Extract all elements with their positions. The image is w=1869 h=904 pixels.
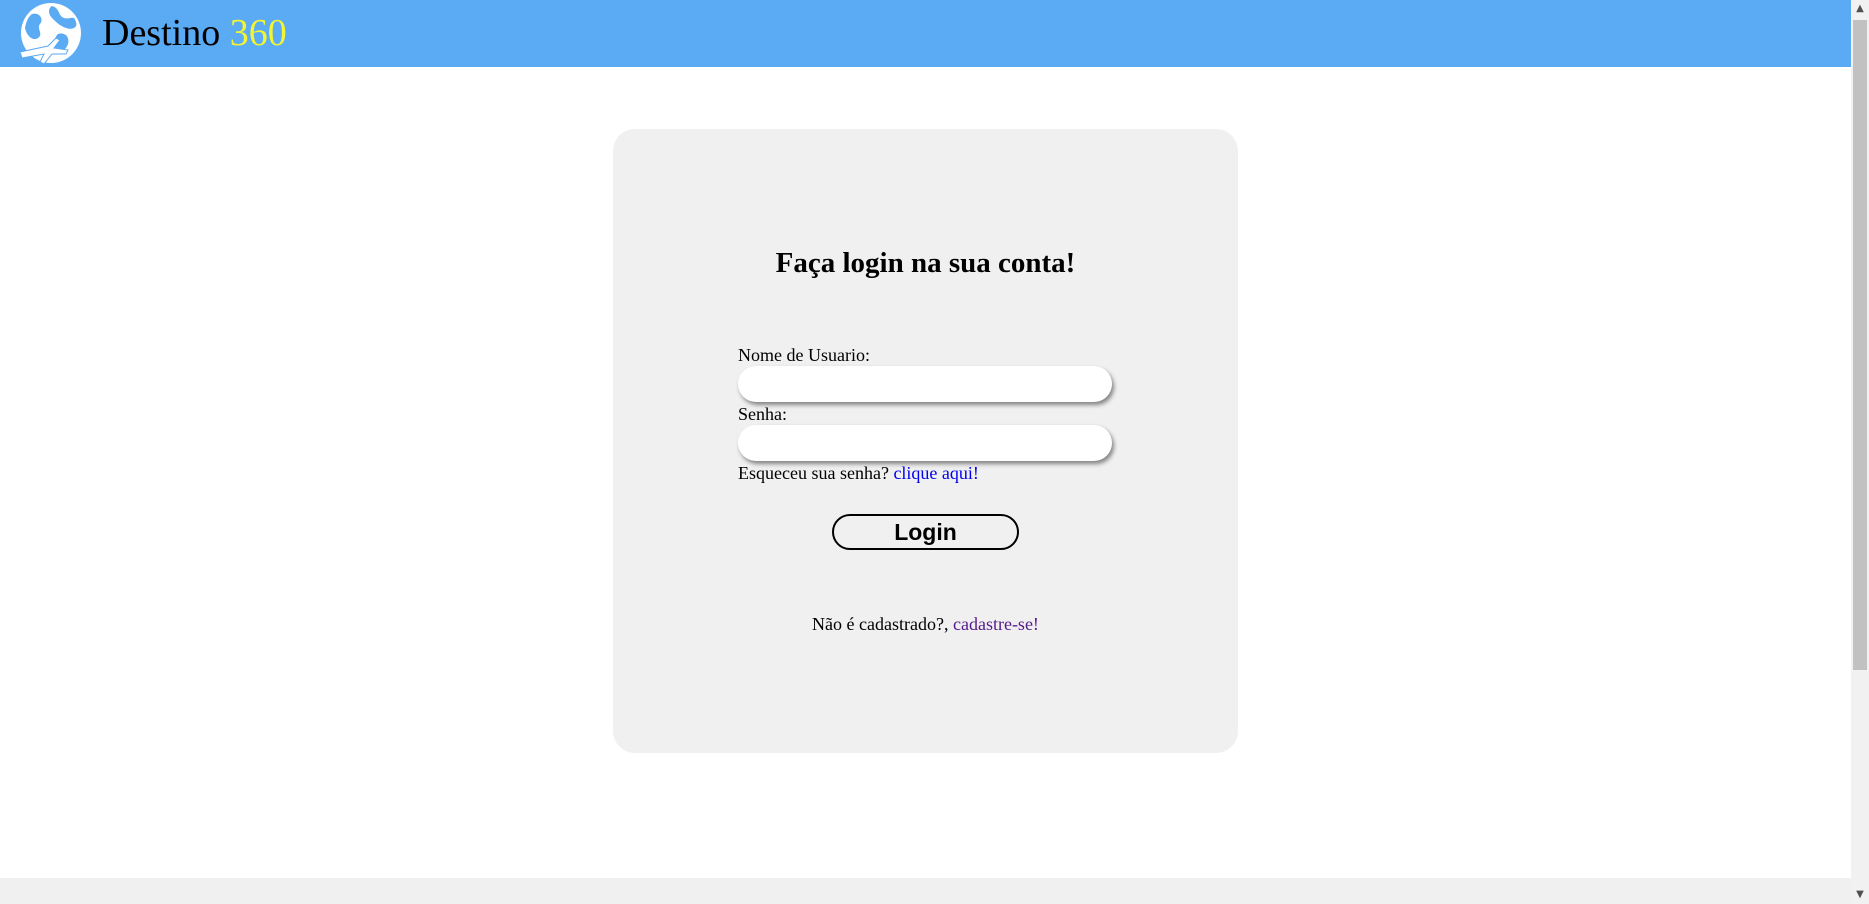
scroll-down-icon[interactable]: ▼: [1851, 886, 1869, 904]
password-input[interactable]: [738, 425, 1112, 461]
forgot-password-row: Esqueceu sua senha? clique aqui!: [738, 463, 979, 483]
username-input[interactable]: [738, 366, 1112, 402]
password-label: Senha:: [738, 404, 787, 424]
login-title: Faça login na sua conta!: [775, 247, 1076, 279]
brand-name: Destino: [102, 12, 221, 54]
scroll-up-icon[interactable]: ▲: [1851, 0, 1869, 18]
register-link[interactable]: cadastre-se!: [953, 614, 1039, 634]
scrollbar-thumb[interactable]: [1853, 20, 1867, 670]
page: Destino 360 Faça login na sua conta! Nom…: [0, 0, 1869, 904]
brand-title: Destino 360: [102, 10, 287, 56]
header-bar: Destino 360: [0, 0, 1851, 67]
forgot-password-link[interactable]: clique aqui!: [893, 463, 978, 483]
vertical-scrollbar[interactable]: ▲ ▼: [1851, 0, 1869, 904]
brand-number: 360: [229, 12, 287, 54]
bottom-bar: [0, 878, 1851, 904]
register-text: Não é cadastrado?,: [812, 614, 949, 634]
globe-airplane-icon[interactable]: [18, 0, 84, 67]
username-label: Nome de Usuario:: [738, 345, 870, 365]
forgot-password-text: Esqueceu sua senha?: [738, 463, 889, 483]
login-card: Faça login na sua conta! Nome de Usuario…: [613, 129, 1238, 753]
login-button[interactable]: Login: [832, 514, 1019, 550]
register-row: Não é cadastrado?, cadastre-se!: [613, 614, 1238, 634]
